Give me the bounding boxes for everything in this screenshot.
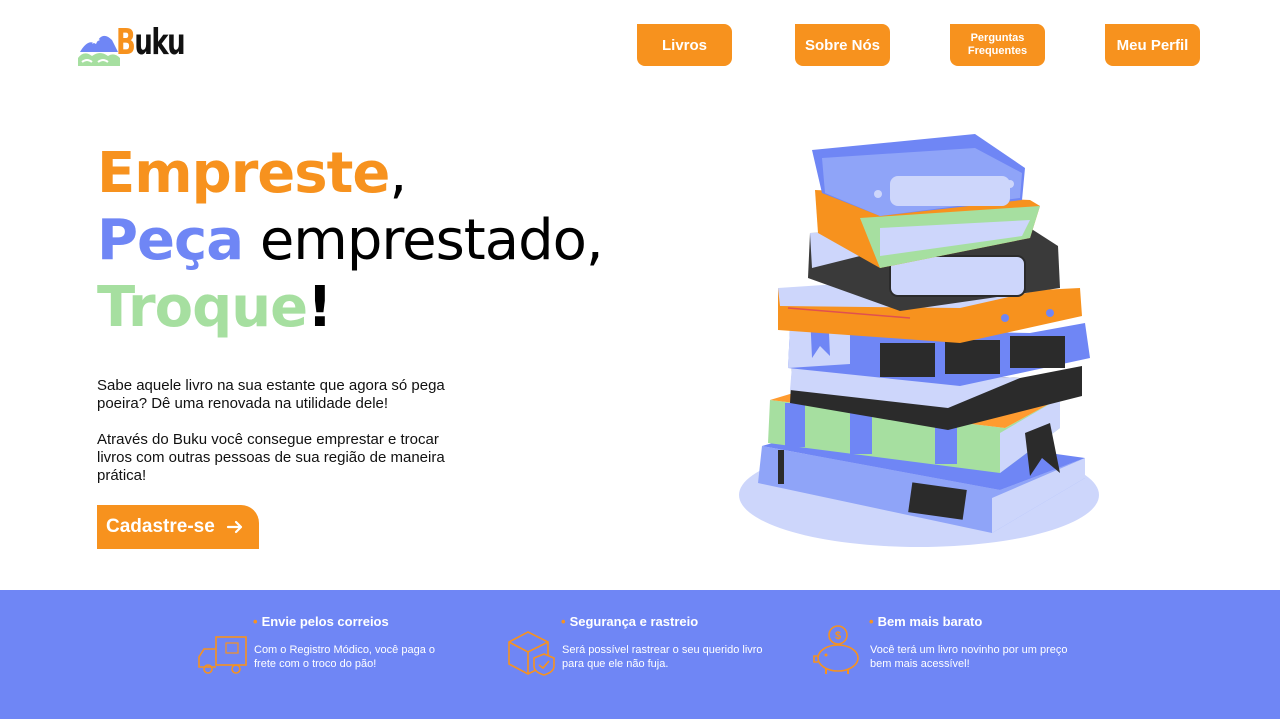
delivery-truck-icon [198,636,247,674]
buku-logo[interactable]: Buku [78,22,186,68]
headline-peca: Peça [97,208,244,273]
hero-headline: Empreste, Peça emprestado, Troque! [97,140,604,341]
feature-3-text: Você terá um livro novinho por um preço … [870,644,1068,670]
signup-button-label: Cadastre-se [106,516,215,537]
signup-button[interactable]: Cadastre-se [97,505,259,549]
feature-1-text: Com o Registro Módico, você paga o frete… [254,644,435,670]
feature-2-text: Será possível rastrear o seu querido liv… [562,644,763,670]
headline-comma-1: , [389,141,407,206]
headline-exclamation: ! [307,275,333,340]
svg-text:$: $ [835,630,841,642]
hero-paragraph-1: Sabe aquele livro na sua estante que ago… [97,377,445,412]
hero-paragraph-2: Através do Buku você consegue emprestar … [97,431,445,484]
nav-perguntas-frequentes-button[interactable]: Perguntas Frequentes [950,24,1045,66]
headline-empreste: Empreste [97,141,390,206]
secure-package-icon [508,631,555,676]
nav-sobre-nos-button[interactable]: Sobre Nós [795,24,890,66]
feature-3-title: • Bem mais barato [869,614,983,629]
hero-description: Sabe aquele livro na sua estante que ago… [97,377,457,485]
headline-troque: Troque [97,275,308,340]
nav-livros-button[interactable]: Livros [637,24,732,66]
feature-2-title: • Segurança e rastreio [561,614,699,629]
logo-wordmark: Buku [116,22,186,63]
arrow-right-icon [226,520,242,534]
nav-meu-perfil-button[interactable]: Meu Perfil [1105,24,1200,66]
headline-emprestado: emprestado, [243,208,604,273]
piggy-bank-icon: $ [813,625,859,674]
feature-1-title: • Envie pelos correios [253,614,389,629]
book-stack-illustration [739,134,1099,547]
